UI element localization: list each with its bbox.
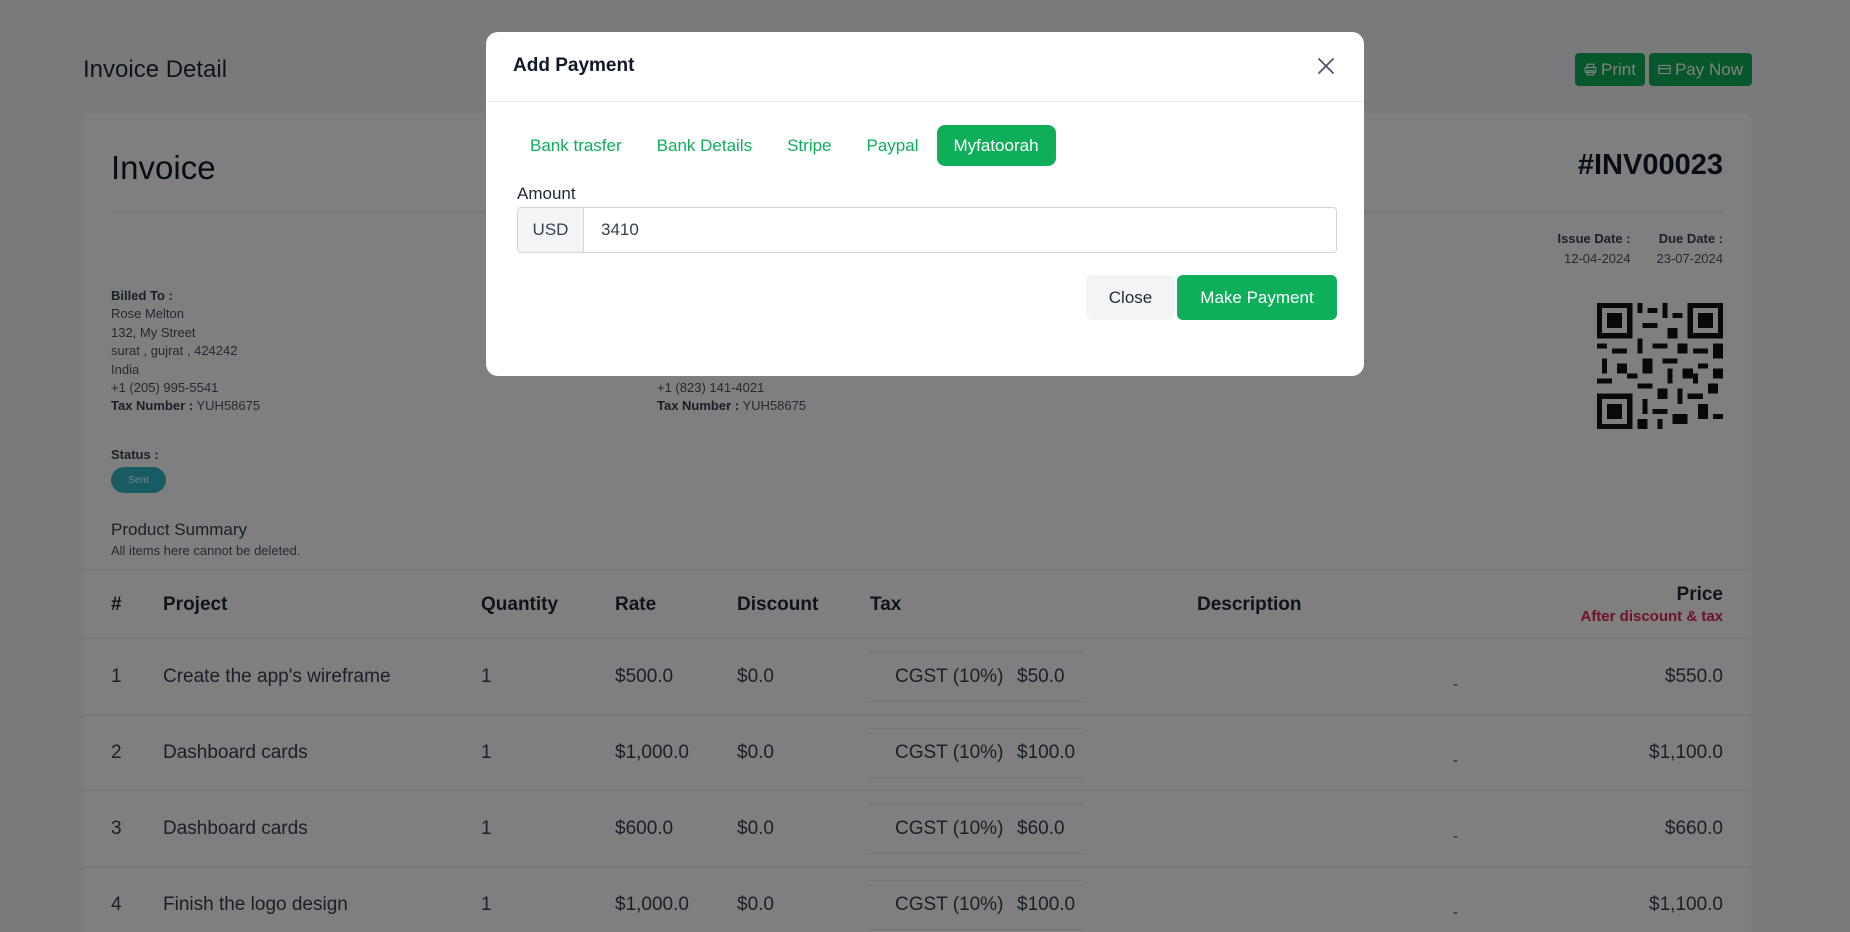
- amount-input[interactable]: [584, 207, 1337, 253]
- add-payment-modal: Add Payment Bank trasfer Bank Details Stri…: [486, 32, 1364, 376]
- make-payment-button[interactable]: Make Payment: [1177, 275, 1337, 320]
- close-icon[interactable]: [1314, 54, 1338, 78]
- payment-method-tabs: Bank trasfer Bank Details Stripe Paypal Myfa…: [513, 125, 1057, 166]
- tab-paypal[interactable]: Paypal: [850, 125, 936, 166]
- modal-header: Add Payment: [486, 32, 1364, 102]
- tab-myfatoorah[interactable]: Myfatoorah: [936, 125, 1056, 166]
- close-button[interactable]: Close: [1086, 275, 1175, 320]
- modal-title: Add Payment: [513, 55, 635, 76]
- tab-stripe[interactable]: Stripe: [770, 125, 848, 166]
- amount-input-group: USD: [517, 207, 1337, 253]
- currency-addon: USD: [517, 207, 584, 253]
- amount-label: Amount: [517, 184, 576, 203]
- tab-bank-details[interactable]: Bank Details: [640, 125, 769, 166]
- tab-bank-trasfer[interactable]: Bank trasfer: [513, 125, 639, 166]
